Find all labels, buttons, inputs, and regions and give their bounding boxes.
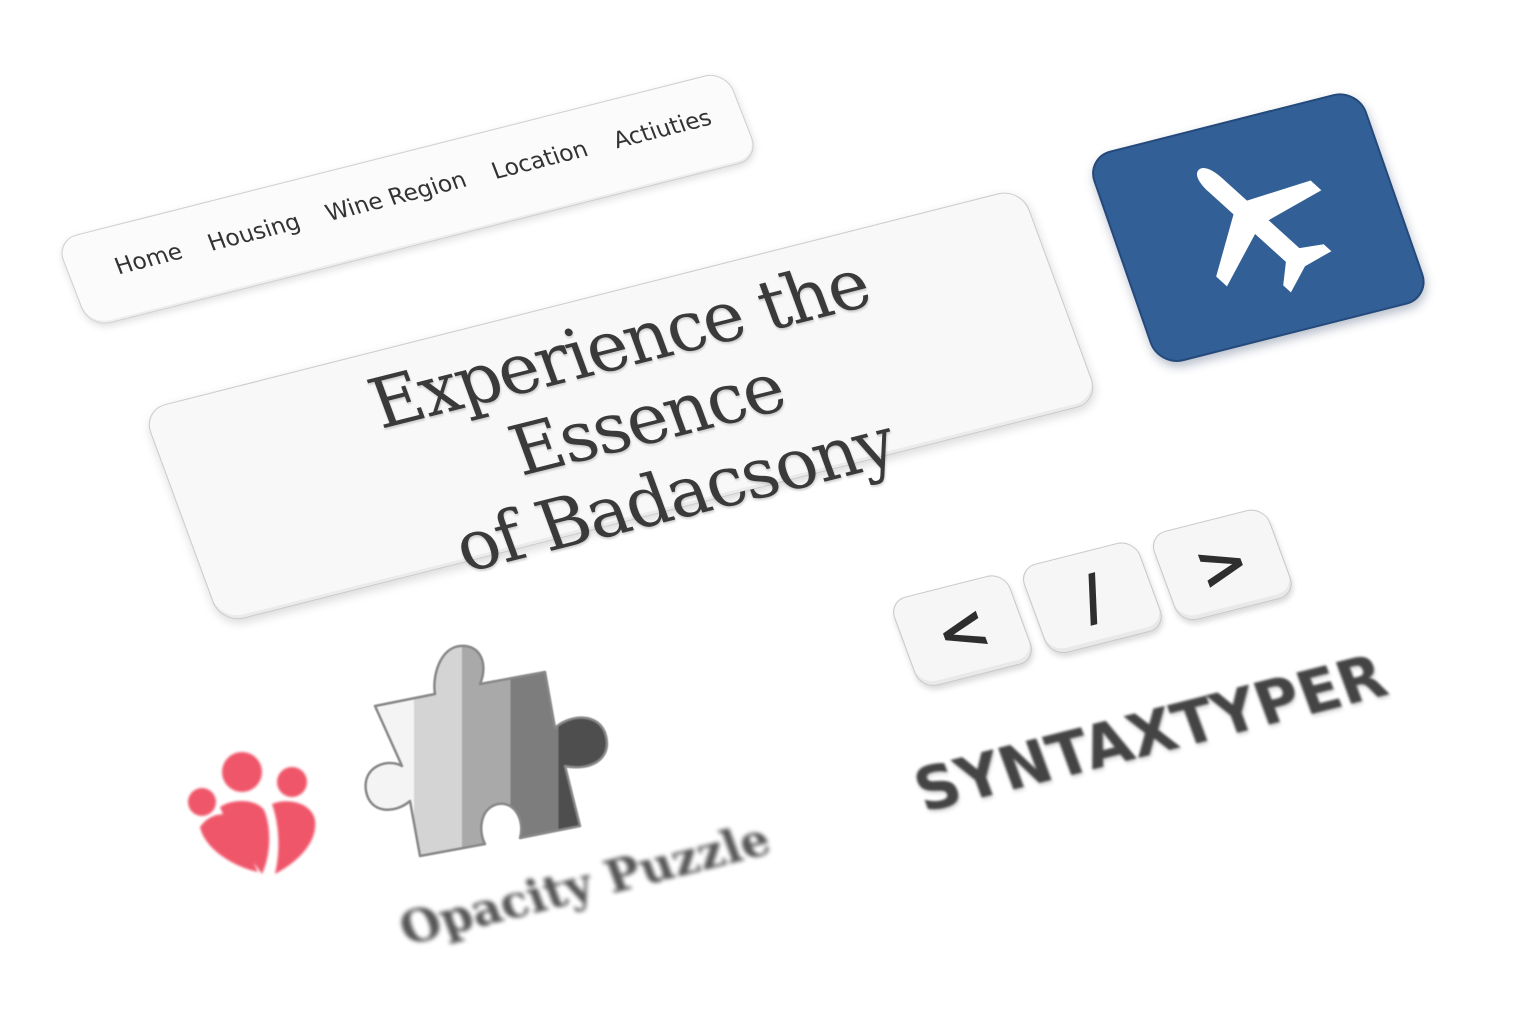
nav-item-wine-region[interactable]: Wine Region — [322, 167, 470, 227]
airplane-app-tile[interactable] — [1085, 87, 1432, 368]
people-group-icon — [180, 742, 340, 892]
hero-title: Experience the Essence of Badacsony — [217, 208, 1076, 631]
nav-item-housing[interactable]: Housing — [204, 209, 304, 256]
puzzle-piece-icon — [360, 636, 660, 866]
nav-list: Home Housing Wine Region Location Actiut… — [111, 105, 715, 280]
nav-item-home[interactable]: Home — [111, 239, 186, 280]
key-less-than: < — [888, 571, 1037, 690]
syntaxtyper-logo-keys: < / > — [888, 498, 1330, 695]
key-slash: / — [1017, 538, 1167, 657]
canvas: Home Housing Wine Region Location Actiut… — [0, 0, 1536, 1024]
nav-item-activities[interactable]: Actiuties — [610, 105, 716, 154]
nav-item-location[interactable]: Location — [488, 136, 592, 184]
airplane-icon — [1196, 167, 1332, 293]
key-greater-than: > — [1147, 505, 1297, 624]
